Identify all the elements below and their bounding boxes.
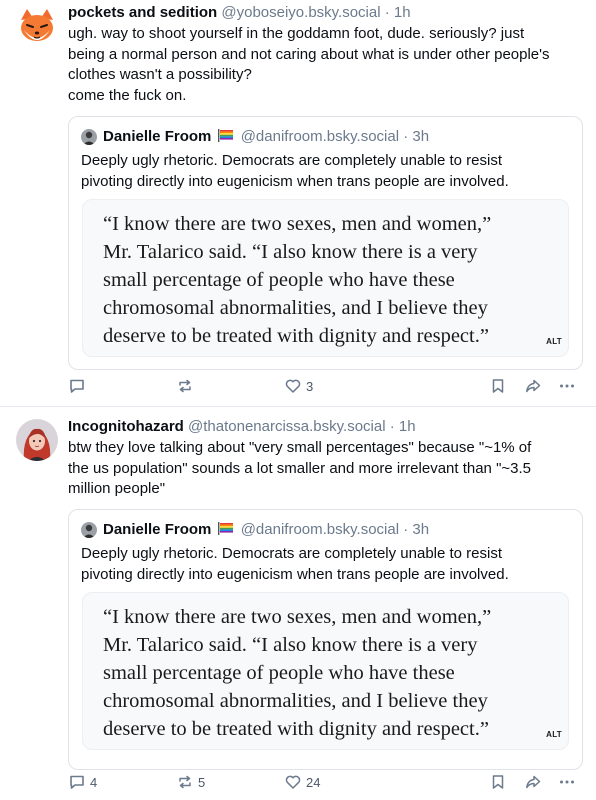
quote-author-handle[interactable]: @danifroom.bsky.social: [241, 128, 399, 145]
red-hair-avatar-icon[interactable]: [16, 419, 58, 461]
like-button[interactable]: 3: [284, 376, 313, 396]
reply-count: 4: [90, 774, 98, 790]
post-header: pockets and sedition @yoboseiyo.bsky.soc…: [68, 4, 411, 22]
more-options-button[interactable]: [558, 772, 576, 792]
post-text-line: ugh. way to shoot yourself in the goddam…: [68, 25, 525, 42]
post-text-line: come the fuck on.: [68, 86, 187, 104]
bookmark-icon: [489, 377, 507, 395]
heart-icon: [284, 773, 302, 791]
quote-image-line: deserve to be treated with dignity and r…: [103, 718, 489, 740]
quote-image-line: “I know there are two sexes, men and wom…: [103, 213, 492, 235]
post-text: ugh. way to shoot yourself in the goddam…: [68, 24, 588, 106]
author-name[interactable]: pockets and sedition: [68, 4, 217, 21]
bookmark-button[interactable]: [489, 772, 507, 792]
post-header: Incognitohazard @thatonenarcissa.bsky.so…: [68, 418, 416, 436]
post-text-line: the us population" sounds a lot smaller …: [68, 459, 532, 477]
quote-author-avatar[interactable]: [81, 129, 97, 145]
quote-image[interactable]: “I know there are two sexes, men and wom…: [82, 592, 569, 750]
quote-post-card[interactable]: Danielle Froom @danifroom.bsky.social · …: [68, 116, 583, 370]
bookmark-button[interactable]: [489, 376, 507, 396]
quote-image-line: Mr. Talarico said. “I also know there is…: [103, 241, 478, 263]
like-button[interactable]: 24: [284, 772, 320, 792]
quote-image-line: small percentage of people who have thes…: [103, 269, 455, 291]
quote-header: Danielle Froom @danifroom.bsky.social · …: [103, 521, 429, 539]
repost-button[interactable]: [176, 376, 198, 396]
quote-image-line: deserve to be treated with dignity and r…: [103, 325, 489, 347]
quote-text: Deeply ugly rhetoric. Democrats are comp…: [81, 543, 509, 585]
rainbow-flag-icon: [217, 129, 233, 142]
bookmark-icon: [489, 773, 507, 791]
like-count: 3: [306, 378, 314, 394]
post-text-line: clothes wasn't a possibility?: [68, 66, 252, 83]
quote-author-avatar[interactable]: [81, 522, 97, 538]
post-text-line: million people": [68, 480, 166, 497]
quote-author-name[interactable]: Danielle Froom: [103, 521, 211, 538]
quote-image-text: “I know there are two sexes, men and wom…: [103, 603, 491, 743]
rainbow-flag-icon: [217, 522, 233, 535]
alt-badge[interactable]: ALT: [546, 730, 562, 739]
quote-image[interactable]: “I know there are two sexes, men and wom…: [82, 199, 569, 357]
author-name[interactable]: Incognitohazard: [68, 418, 184, 435]
more-icon: [558, 773, 576, 791]
repost-icon: [176, 773, 194, 791]
repost-count: 5: [198, 774, 206, 790]
post-time[interactable]: 1h: [399, 418, 416, 435]
quote-header: Danielle Froom @danifroom.bsky.social · …: [103, 128, 429, 146]
author-handle[interactable]: @yoboseiyo.bsky.social: [221, 4, 380, 21]
quote-image-text: “I know there are two sexes, men and wom…: [103, 210, 491, 350]
separator-dot: ·: [384, 4, 390, 21]
share-icon: [524, 377, 542, 395]
quote-image-line: chromosomal abnormalities, and I believe…: [103, 297, 488, 319]
heart-icon: [284, 377, 302, 395]
post[interactable]: Incognitohazard @thatonenarcissa.bsky.so…: [0, 407, 596, 800]
quote-text-line: Deeply ugly rhetoric. Democrats are comp…: [81, 152, 503, 169]
quote-text: Deeply ugly rhetoric. Democrats are comp…: [81, 150, 509, 192]
share-button[interactable]: [524, 772, 542, 792]
share-button[interactable]: [524, 376, 542, 396]
separator-dot: ·: [403, 521, 409, 538]
quote-author-name[interactable]: Danielle Froom: [103, 128, 211, 145]
reply-icon: [68, 773, 86, 791]
quote-image-line: “I know there are two sexes, men and wom…: [103, 606, 492, 628]
alt-badge[interactable]: ALT: [546, 337, 562, 346]
quote-text-line: pivoting directly into eugenicism when t…: [81, 566, 509, 583]
quote-post-card[interactable]: Danielle Froom @danifroom.bsky.social · …: [68, 509, 583, 770]
quote-text-line: Deeply ugly rhetoric. Democrats are comp…: [81, 545, 503, 562]
quote-image-line: chromosomal abnormalities, and I believe…: [103, 690, 488, 712]
repost-icon: [176, 377, 194, 395]
separator-dot: ·: [389, 418, 395, 435]
quote-text-line: pivoting directly into eugenicism when t…: [81, 173, 509, 190]
post-text-line: being a normal person and not caring abo…: [68, 45, 550, 63]
quote-image-line: Mr. Talarico said. “I also know there is…: [103, 634, 478, 656]
post-time[interactable]: 1h: [394, 4, 411, 21]
like-count: 24: [306, 774, 321, 790]
repost-button[interactable]: 5: [176, 772, 205, 792]
author-handle[interactable]: @thatonenarcissa.bsky.social: [188, 418, 386, 435]
quote-time[interactable]: 3h: [412, 128, 429, 145]
reply-button[interactable]: [68, 376, 90, 396]
more-icon: [558, 377, 576, 395]
quote-time[interactable]: 3h: [412, 521, 429, 538]
quote-author-handle[interactable]: @danifroom.bsky.social: [241, 521, 399, 538]
separator-dot: ·: [403, 128, 409, 145]
share-icon: [524, 773, 542, 791]
post[interactable]: pockets and sedition @yoboseiyo.bsky.soc…: [0, 0, 596, 406]
reply-button[interactable]: 4: [68, 772, 97, 792]
reply-icon: [68, 377, 86, 395]
post-text-line: btw they love talking about "very small …: [68, 439, 532, 456]
post-text: btw they love talking about "very small …: [68, 438, 588, 500]
fox-avatar-icon[interactable]: [16, 6, 58, 48]
post-actions: 3: [68, 376, 588, 396]
post-actions: 4 5 24: [68, 772, 588, 792]
more-options-button[interactable]: [558, 376, 576, 396]
quote-image-line: small percentage of people who have thes…: [103, 662, 455, 684]
